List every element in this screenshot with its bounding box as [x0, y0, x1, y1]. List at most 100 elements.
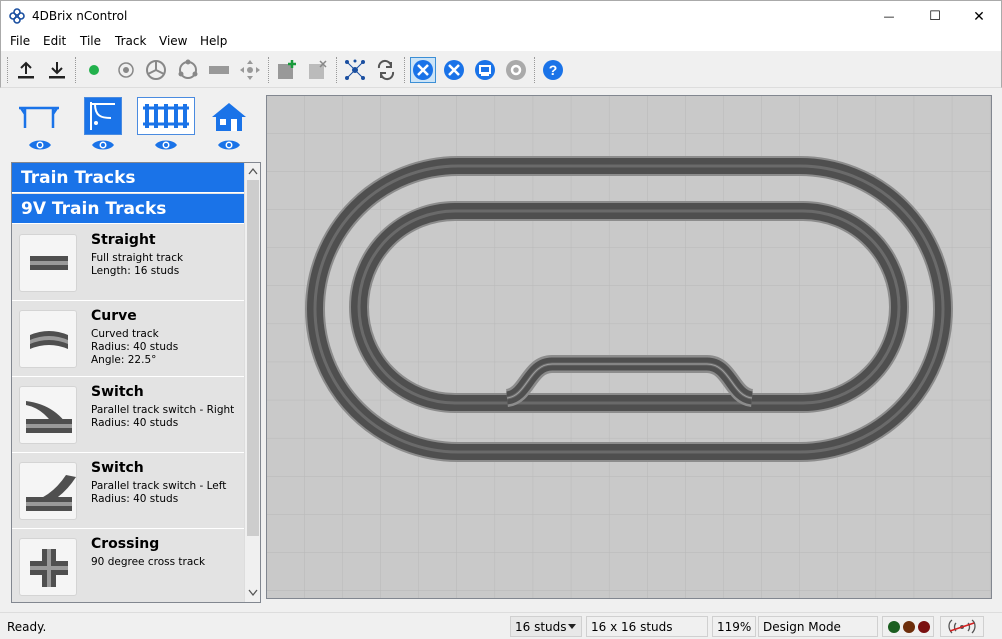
status-bar: Ready. 16 studs 16 x 16 studs 119% Desig… — [0, 612, 1002, 639]
item-name: Switch — [91, 460, 144, 476]
toolbar-separator — [336, 57, 337, 83]
scrollbar-thumb[interactable] — [247, 180, 259, 536]
palette-item-straight[interactable]: Straight Full straight track Length: 16 … — [12, 225, 244, 301]
item-description: Parallel track switch - Left Radius: 40 … — [91, 480, 227, 505]
app-logo-icon — [9, 8, 25, 24]
close-icon: ✕ — [973, 8, 985, 25]
download-icon — [49, 62, 65, 79]
item-name: Curve — [91, 308, 137, 324]
category-tracks[interactable] — [137, 97, 195, 135]
crossing-thumbnail — [19, 538, 77, 596]
upload-button[interactable] — [13, 57, 39, 83]
upload-icon — [18, 61, 34, 79]
connection-indicator[interactable] — [940, 616, 984, 637]
eye-icon[interactable] — [217, 138, 241, 152]
item-description: Full straight track Length: 16 studs — [91, 252, 184, 277]
status-lights-icon — [888, 621, 930, 633]
table-icon — [19, 106, 59, 128]
move-icon — [240, 60, 260, 80]
maximize-button[interactable]: ☐ — [912, 1, 958, 32]
minimize-button[interactable]: — — [866, 1, 912, 32]
circle-icon — [178, 59, 198, 79]
window-title: 4DBrix nControl — [32, 9, 128, 23]
eye-icon[interactable] — [154, 138, 178, 152]
signal-icon — [85, 98, 121, 134]
switch-right-thumbnail — [19, 386, 77, 444]
add-tile-icon — [278, 60, 296, 79]
chevron-down-icon — [568, 624, 576, 629]
item-description: Curved track Radius: 40 studs Angle: 22.… — [91, 328, 179, 366]
design-tools-button[interactable] — [410, 57, 436, 83]
minimize-icon: — — [883, 10, 895, 23]
tile-size-field: 16 x 16 studs — [586, 616, 708, 637]
track-layout[interactable] — [267, 96, 991, 598]
menu-help[interactable]: Help — [200, 34, 227, 48]
scroll-down-icon[interactable] — [248, 589, 258, 597]
toolbar-separator — [75, 57, 76, 83]
wrench-button[interactable] — [441, 57, 467, 83]
network-button[interactable] — [342, 57, 368, 83]
grid-size-dropdown[interactable]: 16 studs — [510, 616, 582, 637]
menu-track[interactable]: Track — [115, 34, 146, 48]
download-button[interactable] — [44, 57, 70, 83]
close-button[interactable]: ✕ — [956, 1, 1002, 32]
palette-item-switch-right[interactable]: Switch Parallel track switch - Right Rad… — [12, 377, 244, 453]
display-icon — [475, 60, 495, 80]
maximize-icon: ☐ — [929, 9, 941, 24]
title-bar: 4DBrix nControl — ☐ ✕ — [0, 0, 1002, 31]
move-button[interactable] — [237, 57, 263, 83]
category-table[interactable] — [11, 97, 67, 137]
brick-button[interactable] — [206, 57, 232, 83]
menu-edit[interactable]: Edit — [43, 34, 66, 48]
green-dot-icon — [89, 65, 99, 75]
settings-button[interactable] — [503, 57, 529, 83]
zoom-level: 119% — [712, 616, 756, 637]
palette-item-curve[interactable]: Curve Curved track Radius: 40 studs Angl… — [12, 301, 244, 377]
svg-text:?: ? — [549, 62, 558, 78]
wheel-button[interactable] — [143, 57, 169, 83]
menu-tile[interactable]: Tile — [80, 34, 101, 48]
category-buildings[interactable] — [201, 97, 257, 137]
eye-icon[interactable] — [91, 138, 115, 152]
settings-icon — [506, 60, 526, 80]
category-signals[interactable] — [84, 97, 122, 135]
item-name: Straight — [91, 232, 156, 248]
palette-header-train-tracks[interactable]: Train Tracks — [12, 163, 244, 193]
loop-button[interactable] — [373, 57, 399, 83]
switch-left-thumbnail — [19, 462, 77, 520]
track-palette: Train Tracks 9V Train Tracks Straight Fu… — [11, 162, 261, 603]
palette-item-crossing[interactable]: Crossing 90 degree cross track — [12, 529, 244, 602]
layout-canvas[interactable] — [266, 95, 992, 599]
scroll-up-icon[interactable] — [248, 167, 258, 175]
remove-tile-button[interactable] — [305, 57, 331, 83]
left-panel: Train Tracks 9V Train Tracks Straight Fu… — [1, 89, 263, 607]
brick-icon — [209, 66, 229, 74]
display-button[interactable] — [472, 57, 498, 83]
mode-indicator: Design Mode — [758, 616, 878, 637]
palette-scrollbar[interactable] — [244, 163, 260, 602]
wheel-icon — [146, 60, 166, 80]
palette-header-9v-tracks[interactable]: 9V Train Tracks — [12, 194, 244, 224]
menu-bar: File Edit Tile Track View Help — [0, 31, 1002, 51]
straight-track-thumbnail — [19, 234, 77, 292]
network-icon — [345, 59, 365, 80]
item-description: Parallel track switch - Right Radius: 40… — [91, 404, 235, 429]
eye-icon[interactable] — [28, 138, 52, 152]
palette-item-switch-left[interactable]: Switch Parallel track switch - Left Radi… — [12, 453, 244, 529]
grid-size-value: 16 studs — [515, 620, 567, 634]
status-lights — [882, 616, 934, 637]
design-tools-icon — [413, 60, 433, 80]
sensor-icon — [118, 62, 134, 78]
menu-file[interactable]: File — [10, 34, 30, 48]
power-button[interactable] — [81, 57, 107, 83]
wrench-icon — [444, 60, 464, 80]
item-description: 90 degree cross track — [91, 556, 206, 568]
sensor-button[interactable] — [113, 57, 139, 83]
item-name: Switch — [91, 384, 144, 400]
circle-button[interactable] — [175, 57, 201, 83]
curve-track-thumbnail — [19, 310, 77, 368]
add-tile-button[interactable] — [274, 57, 300, 83]
help-button[interactable]: ? — [540, 57, 566, 83]
toolbar-separator — [404, 57, 405, 83]
menu-view[interactable]: View — [159, 34, 187, 48]
